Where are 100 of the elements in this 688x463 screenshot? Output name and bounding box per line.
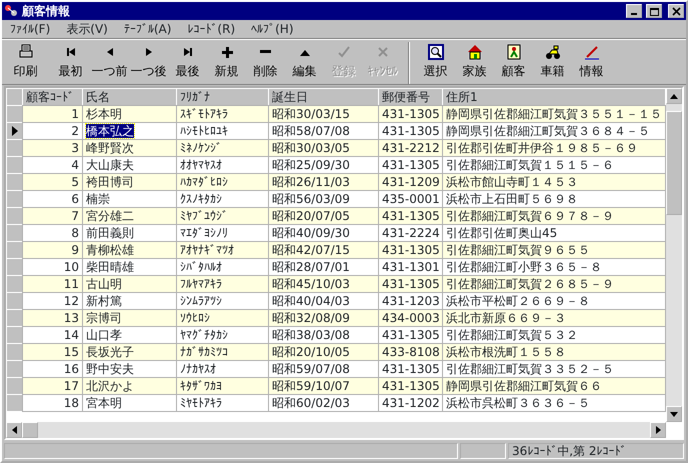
toolbar-button[interactable]: 家族 [455, 42, 494, 84]
table-cell: 引佐郡引佐町井伊谷１９８５－６９ [442, 140, 666, 156]
menu-item[interactable]: ﾌｧｲﾙ(F) [2, 20, 58, 38]
minimize-icon [631, 13, 637, 15]
table-cell: 9 [22, 242, 82, 258]
row-selector[interactable] [6, 122, 22, 140]
motorbike-icon [544, 44, 560, 60]
table-cell: 昭和30/03/15 [268, 106, 378, 122]
scroll-thumb[interactable] [22, 422, 38, 438]
table-cell: 橋本弘之 [86, 124, 134, 138]
table-cell: 昭和30/03/05 [268, 140, 378, 156]
table-cell: ﾊｶﾏﾀﾞﾋﾛｼ [176, 174, 268, 190]
table-cell: 昭和32/08/09 [268, 310, 378, 326]
table-cell: 431-1305 [378, 208, 442, 224]
column-header[interactable]: 郵便番号 [378, 88, 442, 106]
menu-item[interactable]: ﾃｰﾌﾞﾙ(A) [116, 20, 180, 38]
scroll-thumb[interactable] [666, 111, 682, 215]
minus-icon [260, 50, 271, 53]
table-cell: 昭和20/10/05 [268, 344, 378, 360]
table-cell: ｽｷﾞﾓﾄｱｷﾗ [176, 106, 268, 122]
house-icon [466, 44, 482, 60]
table-cell: 433-8108 [378, 344, 442, 360]
scroll-right-icon [656, 426, 660, 434]
menu-item[interactable]: 表示(V) [58, 20, 116, 38]
table-cell: 浜北市新原６６９－３ [442, 310, 666, 326]
toolbar-button[interactable]: 一つ前 [90, 42, 129, 84]
table-cell: 434-0003 [378, 310, 442, 326]
table-cell: 昭和45/10/03 [268, 276, 378, 292]
toolbar-button[interactable]: 一つ後 [129, 42, 168, 84]
table-cell: 古山明 [82, 276, 176, 292]
menu-item[interactable]: ﾍﾙﾌﾟ(H) [243, 20, 302, 38]
table-cell: ﾅｶﾞｻｶﾐﾂｺ [176, 344, 268, 360]
toolbar-button[interactable]: 削除 [246, 42, 285, 84]
search-icon [428, 44, 444, 60]
toolbar-button[interactable]: 情報 [572, 42, 611, 84]
horizontal-scrollbar[interactable] [6, 422, 666, 438]
table-cell: 11 [22, 276, 82, 292]
table-cell: 浜松市館山寺町１４５３ [442, 174, 666, 190]
printer-icon [18, 44, 34, 60]
toolbar-button[interactable]: 選択 [416, 42, 455, 84]
table-cell: 13 [22, 310, 82, 326]
table-cell: 1 [22, 106, 82, 122]
table-cell: 浜松市根洗町１５５８ [442, 344, 666, 360]
scroll-down-icon [670, 412, 678, 416]
table-cell: 5 [22, 174, 82, 190]
table-cell: 杉本明 [82, 106, 176, 122]
table-cell: 431-1202 [378, 394, 442, 412]
row-pointer-icon [12, 126, 18, 136]
table-cell: 15 [22, 344, 82, 360]
maximize-icon [648, 6, 660, 16]
column-header[interactable]: 顧客ｺｰﾄﾞ [22, 88, 82, 106]
table-cell: 431-1305 [378, 378, 442, 394]
toolbar-button[interactable]: 新規 [207, 42, 246, 84]
table-cell: 昭和26/11/03 [268, 174, 378, 190]
table-cell: 昭和59/10/07 [268, 378, 378, 394]
person-card-icon [506, 44, 522, 60]
maximize-button[interactable] [646, 4, 662, 18]
scroll-up-icon [670, 94, 678, 98]
table-cell: 431-1305 [378, 242, 442, 258]
table-cell: 宮本明 [82, 394, 176, 412]
table-cell: ｱｵﾔﾅｷﾞﾏﾂｵ [176, 242, 268, 258]
table-cell: 引佐郡細江町気賀９６５５ [442, 242, 666, 258]
table-cell: 7 [22, 208, 82, 224]
column-header[interactable]: 誕生日 [268, 88, 378, 106]
table-cell: ﾐﾔﾌﾞﾕｳｼﾞ [176, 208, 268, 224]
pencil-icon [584, 44, 600, 60]
table-cell: 431-1209 [378, 174, 442, 190]
table-cell: 宮分雄二 [82, 208, 176, 224]
toolbar-button[interactable]: 最初 [51, 42, 90, 84]
toolbar-button[interactable]: 最後 [168, 42, 207, 84]
minimize-button[interactable] [626, 4, 642, 18]
vertical-scrollbar[interactable] [666, 88, 682, 422]
column-header[interactable]: ﾌﾘｶﾞﾅ [176, 88, 268, 106]
toolbar-button[interactable]: 車籍 [533, 42, 572, 84]
table-cell: 431-2212 [378, 140, 442, 156]
window-title: 顧客情報 [22, 3, 71, 20]
table-cell: ﾌﾙﾔﾏｱｷﾗ [176, 276, 268, 292]
toolbar-button[interactable]: 顧客 [494, 42, 533, 84]
table-cell: ﾐﾔﾓﾄｱｷﾗ [176, 394, 268, 412]
table-cell: 3 [22, 140, 82, 156]
close-button[interactable] [668, 4, 684, 18]
table-cell: 引佐郡細江町気賀２６８５－９ [442, 276, 666, 292]
table-cell: 昭和20/07/05 [268, 208, 378, 224]
menu-item[interactable]: ﾚｺｰﾄﾞ(R) [179, 20, 244, 38]
table-cell: 17 [22, 378, 82, 394]
check-icon [336, 44, 352, 60]
column-header[interactable]: 住所1 [442, 88, 666, 106]
table-cell: 昭和60/02/03 [268, 394, 378, 412]
column-header[interactable]: 氏名 [82, 88, 176, 106]
toolbar-button[interactable]: 編集 [285, 42, 324, 84]
table-cell: 浜松市呉松町３６３６－５ [442, 394, 666, 412]
toolbar-button[interactable]: 印刷 [6, 42, 45, 84]
table-cell: 昭和42/07/15 [268, 242, 378, 258]
table-cell: 峰野賢次 [82, 140, 176, 156]
status-text: 36ﾚｺｰﾄﾞ中,第 2ﾚｺｰﾄﾞ [508, 443, 684, 459]
table-cell: 引佐郡細江町気賀６９７８－９ [442, 208, 666, 224]
table-cell: 18 [22, 394, 82, 412]
table-cell: 宗博司 [82, 310, 176, 326]
table-cell: ﾐﾈﾉｹﾝｼﾞ [176, 140, 268, 156]
table-cell: 431-1305 [378, 106, 442, 122]
